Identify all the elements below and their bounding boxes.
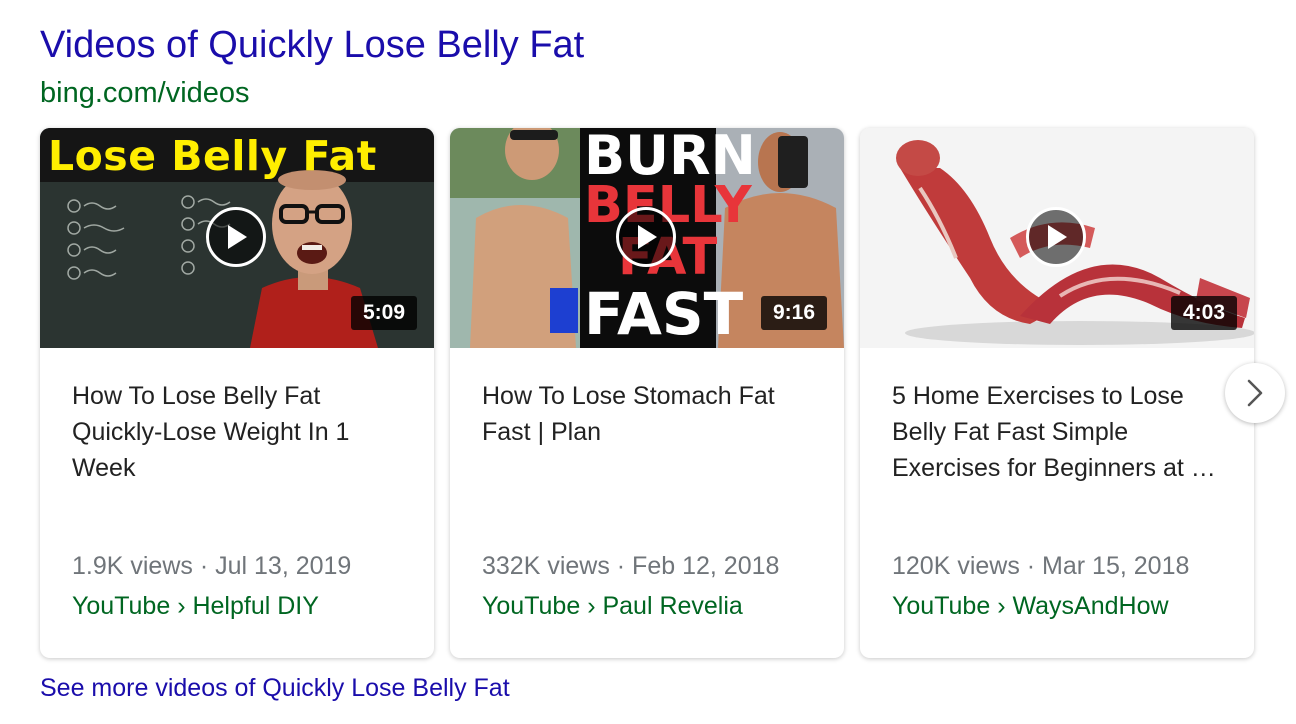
video-duration: 9:16 [760, 296, 827, 330]
video-channel: YouTube › WaysAndHow [892, 592, 1169, 620]
video-card[interactable]: Lose Belly Fat 5:09 How To Lose Belly Fa… [40, 128, 434, 658]
video-channel: YouTube › Paul Revelia [482, 592, 743, 620]
video-title-line: Belly Fat Fast Simple [892, 418, 1129, 446]
thumbnail-caption: Lose Belly Fat [48, 132, 377, 180]
video-duration: 5:09 [350, 296, 417, 330]
video-title-line: Quickly-Lose Weight In 1 [72, 418, 350, 446]
video-thumbnail[interactable]: Lose Belly Fat 5:09 [40, 128, 434, 348]
video-title-line: Exercises for Beginners at … [892, 454, 1216, 482]
video-title-line: 5 Home Exercises to Lose [892, 382, 1184, 410]
video-title-line: How To Lose Stomach Fat [482, 382, 775, 410]
video-duration: 4:03 [1170, 296, 1237, 330]
play-icon [638, 225, 657, 249]
play-icon [1048, 225, 1067, 249]
play-icon [228, 225, 247, 249]
video-title-line: Week [72, 454, 136, 482]
source-url: bing.com/videos [40, 77, 250, 109]
video-meta: 120K views · Mar 15, 2018 [892, 552, 1190, 580]
chevron-right-icon [1247, 379, 1263, 407]
play-button[interactable] [1026, 207, 1086, 267]
thumbnail-caption: FAST [584, 280, 744, 348]
video-card[interactable]: 4:03 5 Home Exercises to Lose Belly Fat … [860, 128, 1254, 658]
video-title-line: How To Lose Belly Fat [72, 382, 321, 410]
video-meta: 332K views · Feb 12, 2018 [482, 552, 780, 580]
play-button[interactable] [206, 207, 266, 267]
video-title-line: Fast | Plan [482, 418, 602, 446]
video-title[interactable]: How To Lose Stomach Fat Fast | Plan [482, 378, 822, 450]
play-button[interactable] [616, 207, 676, 267]
video-results-title[interactable]: Videos of Quickly Lose Belly Fat [40, 24, 584, 67]
video-thumbnail[interactable]: 4:03 [860, 128, 1254, 348]
next-videos-button[interactable] [1225, 363, 1285, 423]
video-title[interactable]: How To Lose Belly Fat Quickly-Lose Weigh… [72, 378, 412, 486]
video-card[interactable]: BURN BELLY FAT FAST 9:16 How To Lose Sto… [450, 128, 844, 658]
see-more-videos-link[interactable]: See more videos of Quickly Lose Belly Fa… [40, 674, 510, 703]
video-channel: YouTube › Helpful DIY [72, 592, 319, 620]
video-title[interactable]: 5 Home Exercises to Lose Belly Fat Fast … [892, 378, 1232, 486]
video-thumbnail[interactable]: BURN BELLY FAT FAST 9:16 [450, 128, 844, 348]
video-meta: 1.9K views · Jul 13, 2019 [72, 552, 352, 580]
